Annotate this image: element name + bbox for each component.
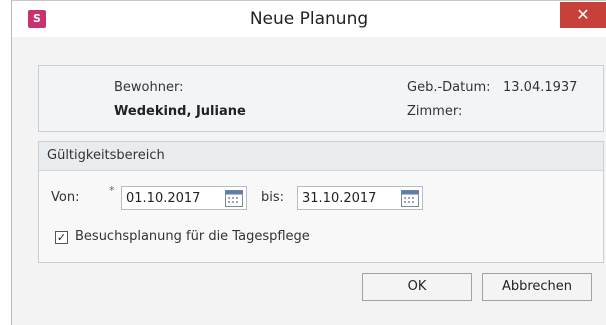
resident-name: Wedekind, Juliane: [114, 104, 246, 119]
to-date-field[interactable]: 31.10.2017: [297, 186, 423, 210]
dialog-window: S Neue Planung ✕ Bewohner: Wedekind, Jul…: [11, 0, 606, 325]
cancel-button[interactable]: Abbrechen: [482, 273, 592, 301]
validity-group-title: Gültigkeitsbereich: [47, 148, 165, 163]
resident-label: Bewohner:: [114, 80, 184, 95]
dialog-title: Neue Planung: [249, 9, 369, 29]
close-button[interactable]: ✕: [560, 2, 606, 28]
resident-info-panel: Bewohner: Wedekind, Juliane Geb.-Datum: …: [38, 65, 604, 132]
titlebar: S Neue Planung ✕: [12, 1, 606, 37]
ok-button[interactable]: OK: [362, 273, 472, 301]
tagespflege-checkbox-label[interactable]: Besuchsplanung für die Tagespflege: [75, 229, 310, 244]
tagespflege-checkbox[interactable]: ✓: [55, 231, 68, 244]
from-label: Von:: [51, 190, 80, 205]
validity-group: Gültigkeitsbereich Von: * 01.10.2017 bis…: [38, 141, 604, 263]
from-date-value: 01.10.2017: [126, 191, 201, 206]
room-label: Zimmer:: [407, 104, 463, 119]
required-marker: *: [109, 184, 115, 197]
birth-date-value: 13.04.1937: [503, 80, 578, 95]
close-icon: ✕: [576, 5, 590, 24]
to-date-value: 31.10.2017: [302, 191, 377, 206]
checkbox-check-icon: ✓: [56, 231, 67, 244]
validity-group-header: Gültigkeitsbereich: [39, 142, 603, 171]
from-date-field[interactable]: 01.10.2017: [121, 186, 247, 210]
calendar-icon[interactable]: [401, 190, 419, 207]
calendar-icon[interactable]: [225, 190, 243, 207]
to-label: bis:: [261, 190, 285, 205]
birth-date-label: Geb.-Datum:: [407, 80, 491, 95]
